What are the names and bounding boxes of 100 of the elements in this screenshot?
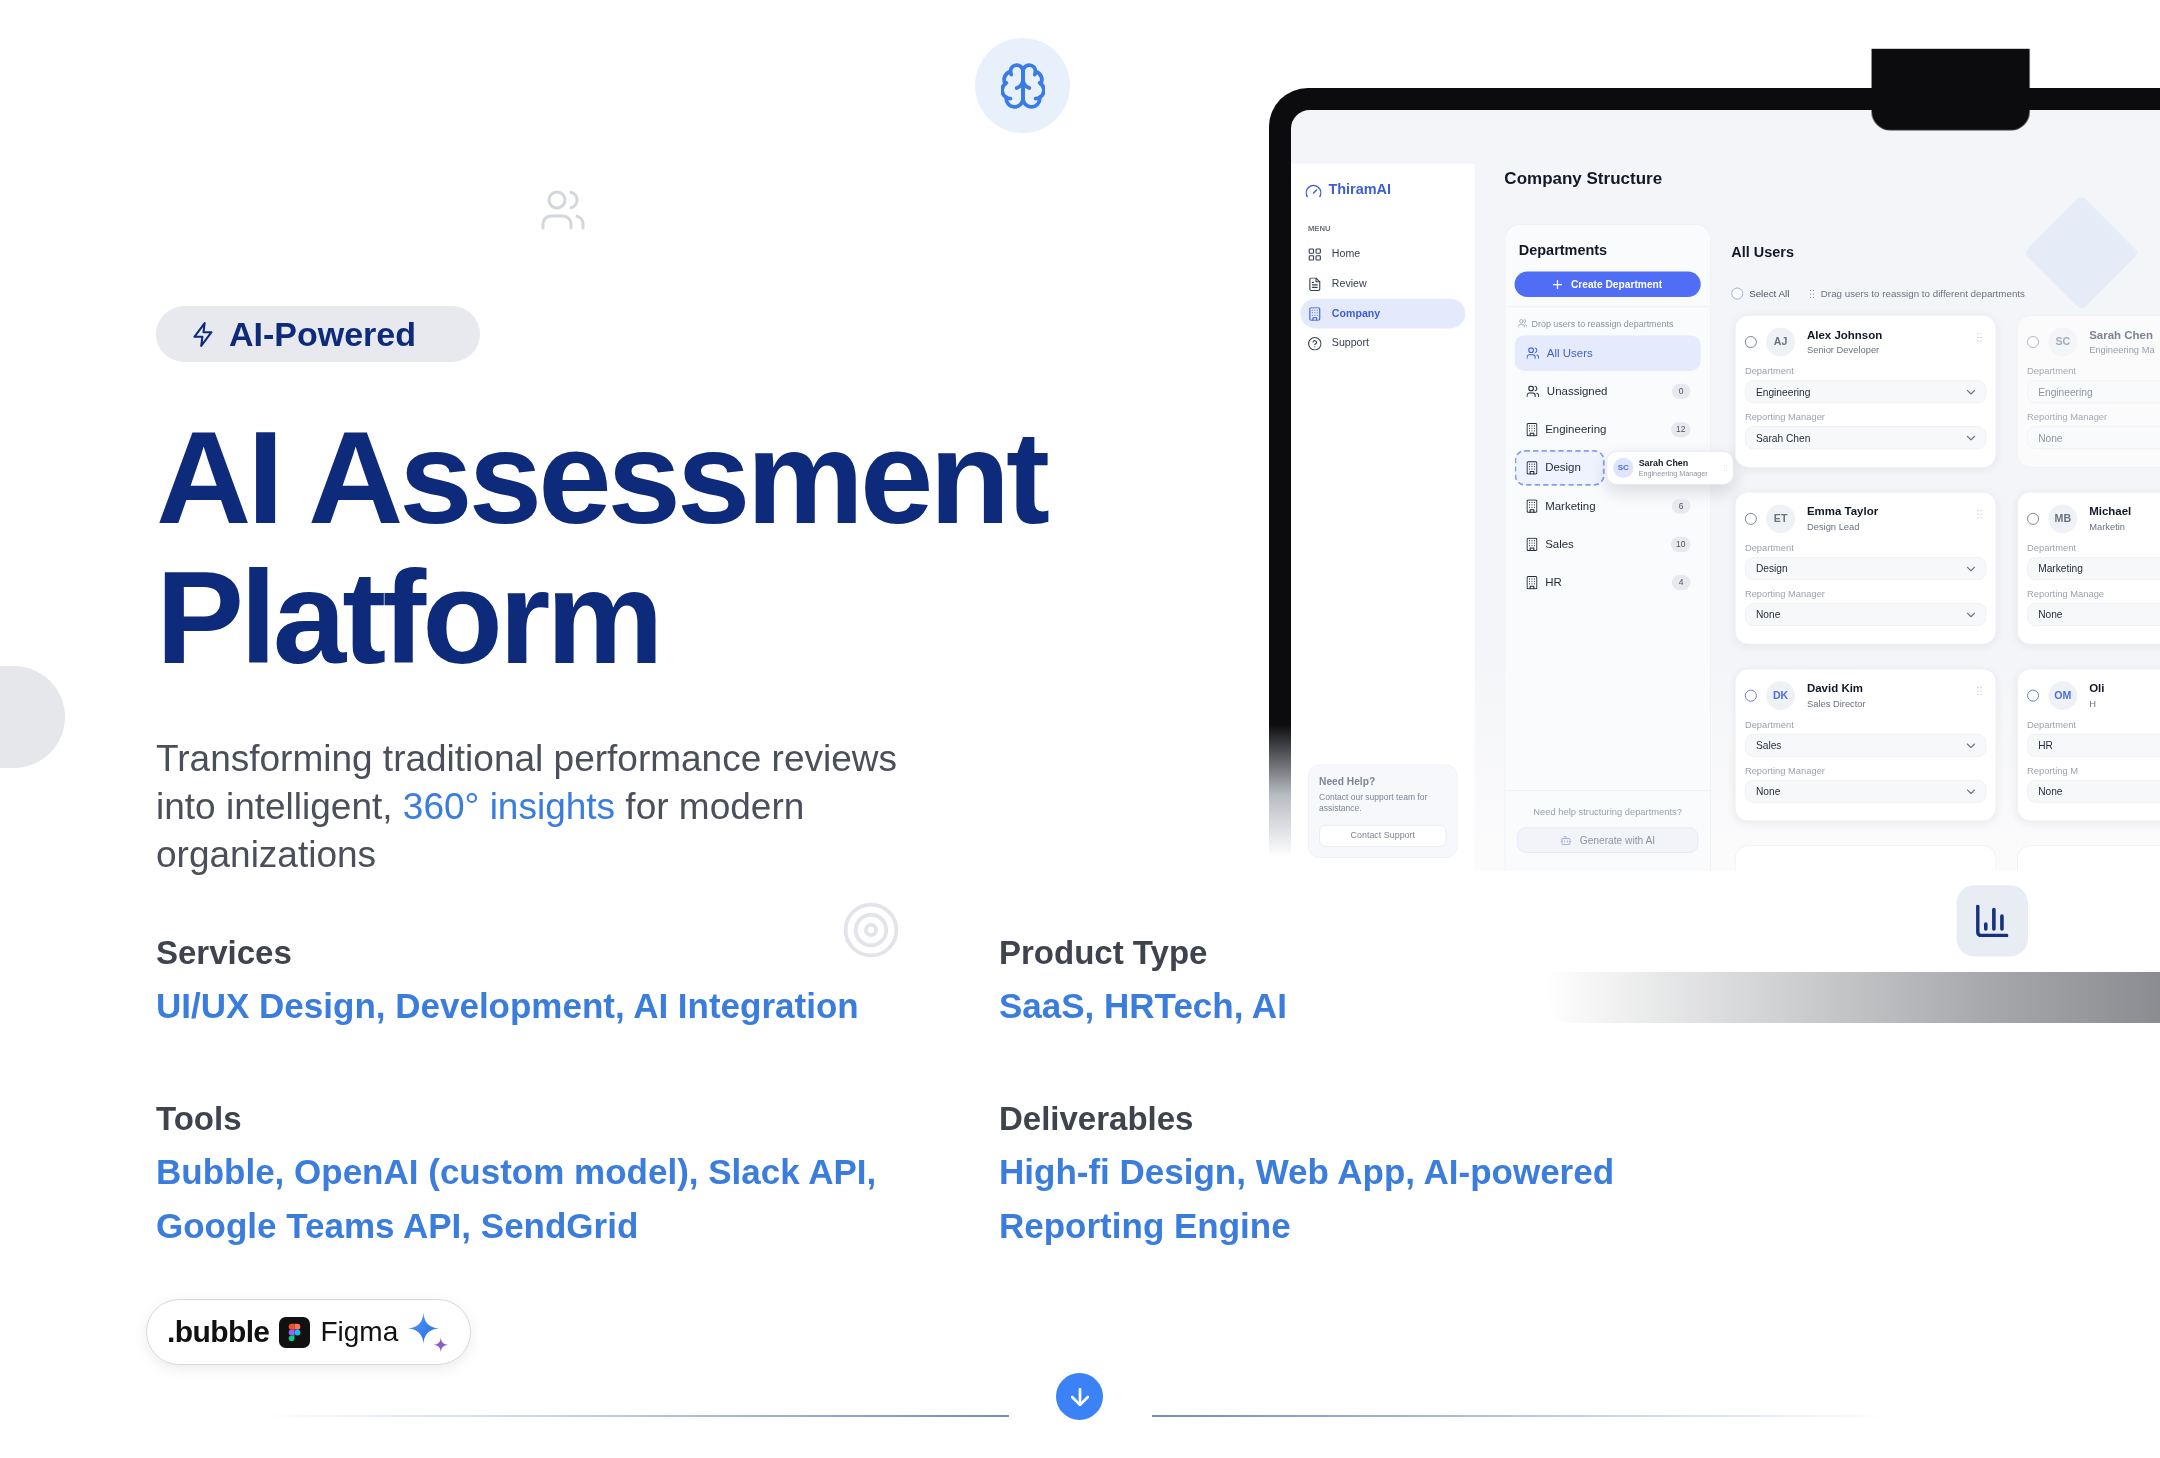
select-field[interactable]: Marketing (2027, 557, 2160, 581)
initials-avatar: ET (1766, 504, 1796, 534)
help-icon (1308, 336, 1322, 351)
select-field[interactable]: None (2027, 779, 2160, 803)
card-radio[interactable] (2027, 689, 2039, 702)
grip-icon (1976, 686, 1983, 696)
users-icon (1526, 347, 1540, 360)
sparkle-icon (408, 1312, 449, 1352)
figma-wordmark: Figma (320, 1315, 399, 1349)
document-icon (1308, 277, 1322, 291)
card-radio[interactable] (1744, 512, 1757, 525)
figma-logo-icon (279, 1316, 311, 1348)
users-icon (1526, 385, 1540, 398)
field-label: Department (1744, 541, 1794, 554)
chevron-down-icon (1966, 611, 1976, 618)
chevron-down-icon (1966, 435, 1976, 441)
create-department-button[interactable]: Create Department (1514, 271, 1701, 297)
initials-avatar: SC (2048, 327, 2078, 357)
department-item[interactable]: Marketing 6 (1514, 488, 1701, 524)
user-role: Engineering Ma (2089, 343, 2155, 357)
building-icon (1526, 461, 1538, 475)
detail-label: Services (156, 933, 292, 973)
detail-label: Tools (156, 1099, 242, 1139)
user-name: David Kim (1806, 681, 1864, 696)
detail-label: Deliverables (999, 1099, 1194, 1139)
field-label: Reporting Manager (1744, 410, 1825, 423)
building-icon (1526, 537, 1538, 552)
department-item[interactable]: Unassigned 0 (1514, 373, 1701, 410)
field-label: Department (2027, 365, 2076, 377)
select-field[interactable]: None (2027, 603, 2160, 626)
user-name: Alex Johnson (1806, 327, 1883, 343)
field-label: Reporting Manager (1744, 764, 1825, 777)
sidebar-item[interactable]: Company (1300, 298, 1466, 329)
contact-support-button[interactable]: Contact Support (1319, 824, 1447, 847)
field-label: Reporting Manage (2027, 587, 2105, 600)
drag-hint: Drag users to reassign to different departments (1820, 287, 2025, 301)
section-title: All Users (1731, 243, 1794, 263)
badge-text: AI-Powered (229, 314, 417, 354)
page-title: Company Structure (1504, 167, 1663, 190)
department-item[interactable]: Sales 10 (1514, 526, 1701, 563)
card-radio[interactable] (2027, 336, 2039, 348)
building-icon (1308, 306, 1322, 321)
user-role: Sales Director (1806, 697, 1866, 711)
hint-text: Drop users to reassign departments (1531, 317, 1674, 331)
user-name: Michael (2089, 504, 2132, 519)
initials-avatar: AJ (1766, 327, 1796, 357)
user-card[interactable]: AJ Alex Johnson Senior Developer Department Engineering Reporting Manager Sarah Chen (1734, 314, 1997, 468)
chart-button[interactable] (1956, 885, 2028, 957)
user-role: Senior Developer (1806, 343, 1880, 357)
sidebar-item[interactable]: Review (1300, 268, 1466, 299)
department-item[interactable]: Engineering 12 (1514, 411, 1701, 448)
user-name: Emma Taylor (1806, 504, 1879, 519)
field-label: Reporting M (2027, 764, 2079, 777)
chevron-down-icon (1966, 742, 1976, 748)
field-label: Department (2027, 541, 2076, 554)
user-card[interactable]: DK David Kim Sales Director Department Sales Reporting Manager None (1734, 668, 1997, 822)
sidebar-item[interactable]: Home (1300, 239, 1466, 269)
building-icon (1526, 575, 1538, 590)
scroll-down-button[interactable] (1056, 1373, 1103, 1420)
lightning-icon (193, 321, 214, 347)
user-card[interactable]: ET Emma Taylor Design Lead Department Design Reporting Manager None (1734, 491, 1997, 645)
select-field[interactable]: None (1744, 603, 1987, 626)
detail-value: UI/UX Design, Development, AI Integration (156, 985, 859, 1027)
hero-tagline: Transforming traditional performance reviews into intelligent, 360° insights for modern organizations (156, 737, 898, 877)
department-item[interactable]: All Users (1514, 335, 1701, 371)
hero-title: AI Assessment Platform (156, 408, 1048, 688)
select-field[interactable]: None (1744, 779, 1987, 803)
member-count: 6 (1671, 498, 1691, 514)
user-card[interactable]: SC Sarah Chen Engineering Ma Department Engineering Reporting Manager None (2016, 314, 2160, 468)
member-count: 0 (1671, 383, 1691, 399)
member-count: 4 (1671, 574, 1691, 591)
detail-label: Product Type (999, 933, 1208, 973)
chevron-down-icon (1966, 788, 1976, 794)
select-all-checkbox[interactable] (1731, 287, 1744, 300)
user-role: H (2089, 697, 2096, 711)
gauge-icon (1305, 182, 1322, 198)
select-field[interactable]: Sales (1744, 733, 1987, 757)
user-card[interactable]: MB Michael Marketin Department Marketing Reporting Manage None (2016, 491, 2160, 645)
user-card[interactable]: OM Oli H Department HR Reporting M None (2016, 668, 2160, 822)
user-name: Sarah Chen (1638, 457, 1689, 469)
select-field[interactable]: HR (2027, 733, 2160, 757)
select-field[interactable]: Sarah Chen (1744, 426, 1987, 450)
select-field[interactable]: Engineering (1744, 380, 1987, 404)
select-field[interactable]: Design (1744, 557, 1987, 581)
help-title: Need Help? (1319, 775, 1376, 789)
user-name: Sarah Chen (2089, 327, 2153, 343)
card-radio[interactable] (2027, 512, 2039, 525)
grid-icon (1308, 247, 1322, 261)
field-label: Department (1744, 718, 1794, 731)
initials-avatar: MB (2048, 504, 2078, 534)
department-item[interactable]: Design (1514, 450, 1605, 486)
initials-avatar: SC (1613, 457, 1634, 479)
card-radio[interactable] (1744, 336, 1757, 348)
card-radio[interactable] (1744, 689, 1757, 702)
department-item[interactable]: HR 4 (1514, 564, 1701, 601)
users-icon (1517, 319, 1528, 328)
plus-icon (1553, 279, 1563, 289)
footer-hint: Need help structuring departments? (1532, 805, 1683, 819)
field-label: Reporting Manager (1744, 587, 1825, 600)
sidebar-item[interactable]: Support (1300, 328, 1466, 359)
